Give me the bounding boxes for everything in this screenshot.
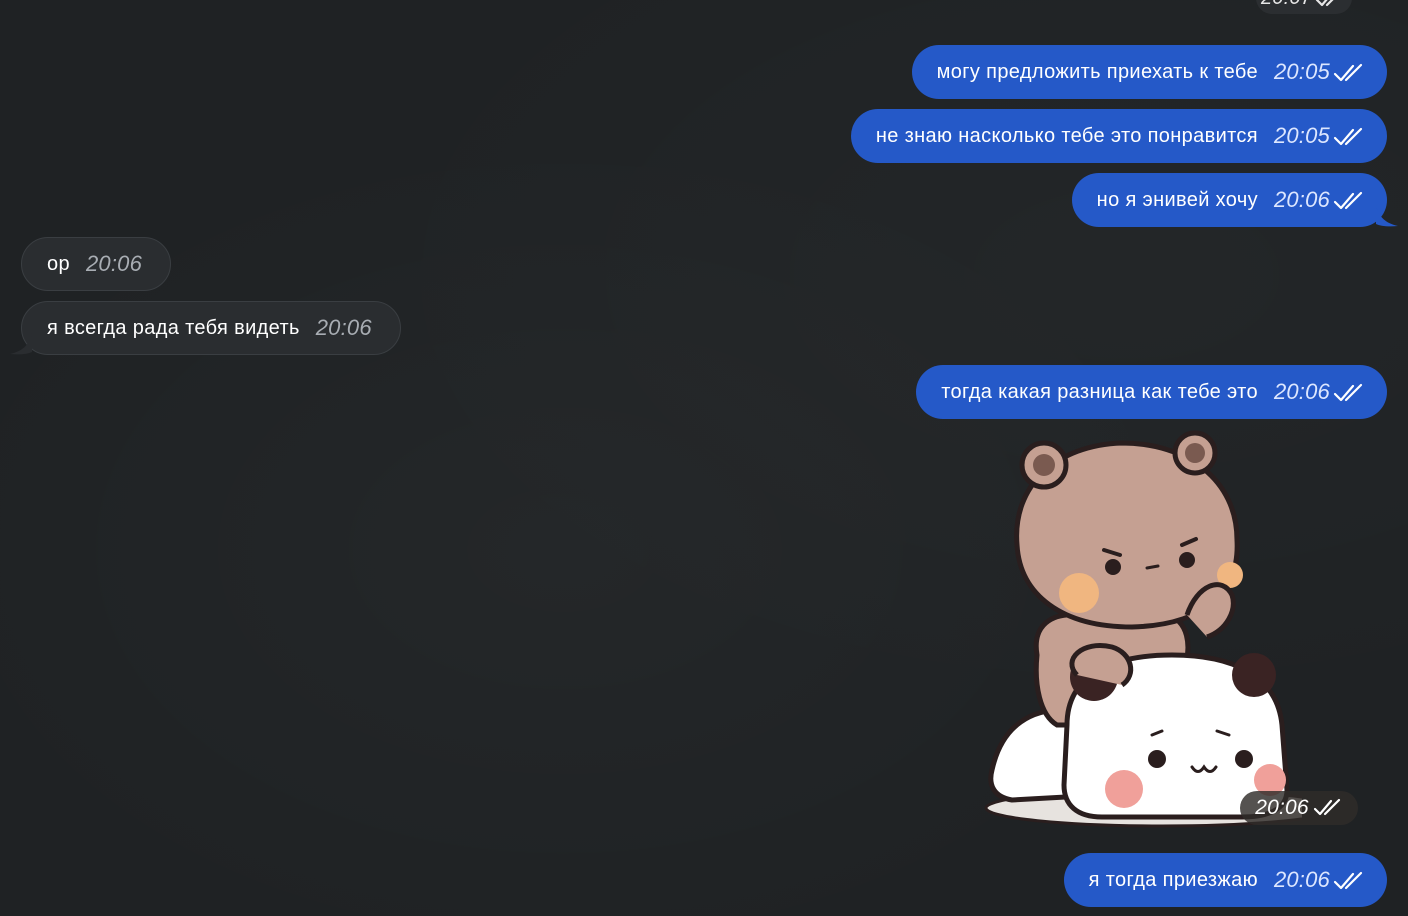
message-time: 20:07 bbox=[1261, 0, 1312, 10]
message-time: 20:06 bbox=[1273, 379, 1330, 404]
message-time: 20:06 bbox=[315, 315, 372, 340]
bubble-tail bbox=[10, 333, 32, 355]
incoming-message[interactable]: ор 20:06 bbox=[21, 237, 172, 291]
double-check-icon bbox=[1313, 798, 1343, 820]
double-check-icon bbox=[1333, 126, 1365, 148]
double-check-icon bbox=[1333, 190, 1365, 212]
message-text: я всегда рада тебя видеть bbox=[47, 316, 300, 339]
message-text: я тогда приезжаю bbox=[1088, 868, 1258, 891]
message-time: 20:06 bbox=[1273, 187, 1330, 212]
message-time: 20:06 bbox=[1273, 867, 1330, 892]
outgoing-message[interactable]: тогда какая разница как тебе это 20:06 bbox=[916, 365, 1387, 419]
incoming-message[interactable]: я всегда рада тебя видеть 20:06 bbox=[21, 301, 401, 355]
outgoing-message[interactable]: но я энивей хочу 20:06 bbox=[1071, 173, 1387, 227]
message-text: могу предложить приехать к тебе bbox=[936, 60, 1258, 83]
outgoing-message[interactable]: я тогда приезжаю 20:06 bbox=[1063, 853, 1387, 907]
double-check-icon bbox=[1333, 62, 1365, 84]
bubble-tail bbox=[1376, 205, 1398, 227]
message-text: не знаю насколько тебе это понравится bbox=[875, 124, 1258, 147]
bear-on-panda-sticker[interactable] bbox=[982, 425, 1302, 835]
message-text: но я энивей хочу bbox=[1096, 188, 1258, 211]
message-time: 20:06 bbox=[85, 251, 143, 276]
chat-history[interactable]: 20:07 могу предложить приехать к тебе 20… bbox=[0, 0, 1408, 916]
double-check-icon bbox=[1333, 382, 1365, 404]
message-text: ор bbox=[47, 252, 70, 275]
outgoing-message[interactable]: не знаю насколько тебе это понравится 20… bbox=[850, 109, 1387, 163]
double-check-icon bbox=[1333, 870, 1365, 892]
sticker-time-badge: 20:06 bbox=[1240, 791, 1358, 825]
message-time: 20:05 bbox=[1273, 123, 1330, 148]
double-check-icon bbox=[1315, 0, 1347, 11]
outgoing-message[interactable]: могу предложить приехать к тебе 20:05 bbox=[911, 45, 1387, 99]
message-time: 20:05 bbox=[1273, 59, 1330, 84]
partial-message-bubble[interactable]: 20:07 bbox=[1256, 0, 1352, 14]
message-time: 20:06 bbox=[1255, 796, 1309, 819]
message-text: тогда какая разница как тебе это bbox=[941, 380, 1258, 403]
